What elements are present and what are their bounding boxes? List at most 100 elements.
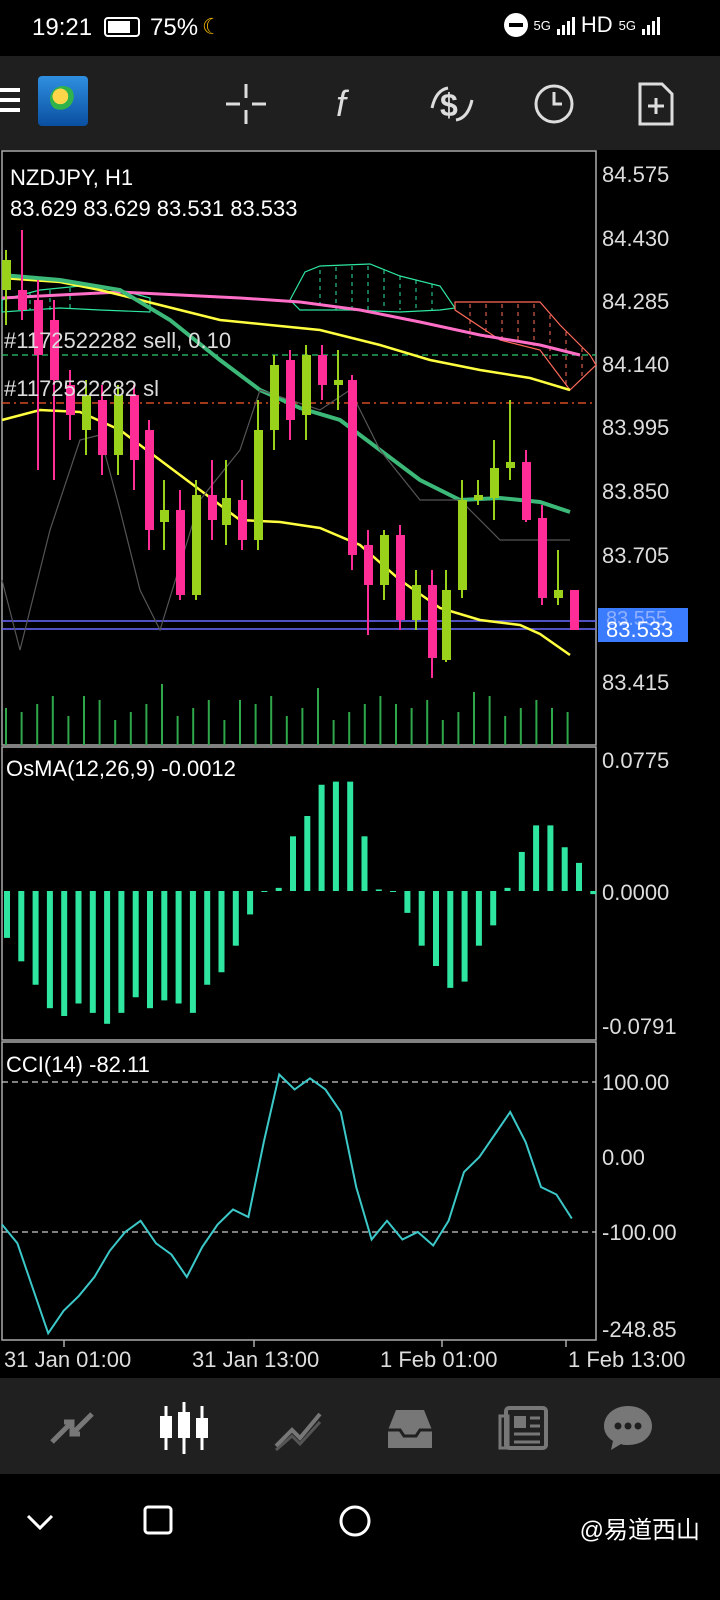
recents-square-icon[interactable] <box>142 1504 174 1541</box>
time-label: 31 Jan 01:00 <box>4 1347 131 1372</box>
candle-body <box>270 365 279 430</box>
candle-body <box>538 518 547 598</box>
home-circle-icon[interactable] <box>338 1504 372 1543</box>
candle-body <box>98 400 107 455</box>
ma-yellow-2 <box>1 408 571 657</box>
osma-bar <box>290 836 296 891</box>
stoploss-label[interactable]: #1172522282 sl <box>4 376 159 401</box>
signal-icon <box>556 15 575 35</box>
time-label: 1 Feb 13:00 <box>568 1347 685 1372</box>
osma-bar <box>89 891 96 1013</box>
watermark: @易道西山 <box>579 1517 700 1544</box>
osma-bar <box>32 891 39 985</box>
candle-body <box>348 380 357 555</box>
candle-body <box>334 380 343 385</box>
system-nav-bar: @易道西山 <box>0 1474 720 1600</box>
price-label: 83.995 <box>602 415 669 440</box>
candle-body <box>474 495 483 500</box>
candle-body <box>192 495 201 595</box>
moon-icon: ☾ <box>202 14 222 39</box>
history-icon[interactable] <box>382 1400 438 1456</box>
candle-body <box>490 468 499 498</box>
candle-body <box>412 585 421 620</box>
osma-bar <box>175 891 182 1004</box>
candle-body <box>160 510 169 522</box>
candle-body <box>522 462 531 520</box>
trade-icon[interactable]: $ <box>428 80 476 128</box>
osma-bar <box>404 891 411 913</box>
osma-bar <box>518 851 525 891</box>
osma-histogram <box>4 781 597 1024</box>
osma-bar <box>75 891 82 1004</box>
price-label: 84.285 <box>602 289 669 314</box>
osma-bar <box>475 891 482 946</box>
candle-body <box>145 430 154 530</box>
volume-bars <box>5 684 569 745</box>
status-bar: 19:21 75% ☾ 5G HD 5G <box>0 0 720 56</box>
chat-icon[interactable] <box>600 1400 656 1456</box>
price-label: 84.575 <box>602 162 669 187</box>
candle-body <box>380 535 389 585</box>
order-label[interactable]: #1172522282 sell, 0.10 <box>4 328 231 353</box>
dnd-icon <box>503 13 528 37</box>
chart-area[interactable]: 84.575 84.430 84.285 84.140 83.995 83.85… <box>0 150 720 1378</box>
candle-body <box>428 585 437 658</box>
osma-bar <box>104 891 111 1024</box>
osma-bar <box>318 784 325 891</box>
new-order-icon[interactable] <box>632 80 680 128</box>
news-icon[interactable] <box>496 1400 552 1456</box>
cci-axis-label: -248.85 <box>602 1317 677 1342</box>
candle-body <box>554 590 563 598</box>
osma-bottom-label: -0.0791 <box>602 1014 677 1039</box>
candles <box>2 230 579 678</box>
osma-bar <box>261 891 268 892</box>
cci-axis-label: 0.00 <box>602 1145 645 1170</box>
candle-body <box>114 395 123 455</box>
back-chevron-icon[interactable] <box>24 1506 56 1543</box>
candle-body <box>222 498 231 525</box>
osma-bar <box>390 891 397 892</box>
candle-body <box>302 355 311 415</box>
candle-body <box>286 360 295 420</box>
status-right: 5G HD 5G <box>503 12 660 38</box>
osma-bar <box>547 825 554 891</box>
indicators-icon[interactable]: f <box>324 80 372 128</box>
quotes-icon[interactable] <box>44 1400 100 1456</box>
osma-bar <box>375 889 382 891</box>
osma-bar <box>332 781 339 891</box>
candle-body <box>208 495 217 520</box>
cci-axis-label: -100.00 <box>602 1220 677 1245</box>
ohlc-label: 83.629 83.629 83.531 83.533 <box>10 196 298 221</box>
trade-icon[interactable] <box>270 1400 326 1456</box>
cci-line <box>1 1072 573 1336</box>
osma-bar <box>118 891 125 1013</box>
candle-body <box>364 545 373 585</box>
osma-bar <box>433 891 439 966</box>
osma-bar <box>418 891 425 946</box>
osma-bar <box>561 847 568 891</box>
bottom-nav <box>0 1378 720 1474</box>
candle-body <box>458 500 467 590</box>
osma-bar <box>189 891 196 1013</box>
crosshair-icon[interactable] <box>222 80 270 128</box>
chart-icon[interactable] <box>156 1400 212 1456</box>
menu-icon[interactable] <box>0 88 20 116</box>
osma-bar <box>247 891 254 915</box>
osma-bar <box>147 891 153 1009</box>
osma-bar <box>61 891 68 1016</box>
timeframe-icon[interactable] <box>530 80 578 128</box>
time-label: 1 Feb 01:00 <box>380 1347 497 1372</box>
candle-body <box>130 395 139 460</box>
osma-bar <box>218 891 225 973</box>
osma-bar <box>461 891 468 982</box>
osma-bar <box>232 891 239 946</box>
osma-bar <box>576 862 582 891</box>
osma-bar <box>347 781 354 891</box>
candle-body <box>318 355 327 385</box>
battery-icon <box>104 17 140 37</box>
cci-label: CCI(14) -82.11 <box>6 1052 150 1077</box>
osma-bar <box>4 891 10 938</box>
chart-canvas[interactable]: 84.575 84.430 84.285 84.140 83.995 83.85… <box>0 150 720 1378</box>
price-label: 83.415 <box>602 670 669 695</box>
candle-body <box>238 500 247 540</box>
